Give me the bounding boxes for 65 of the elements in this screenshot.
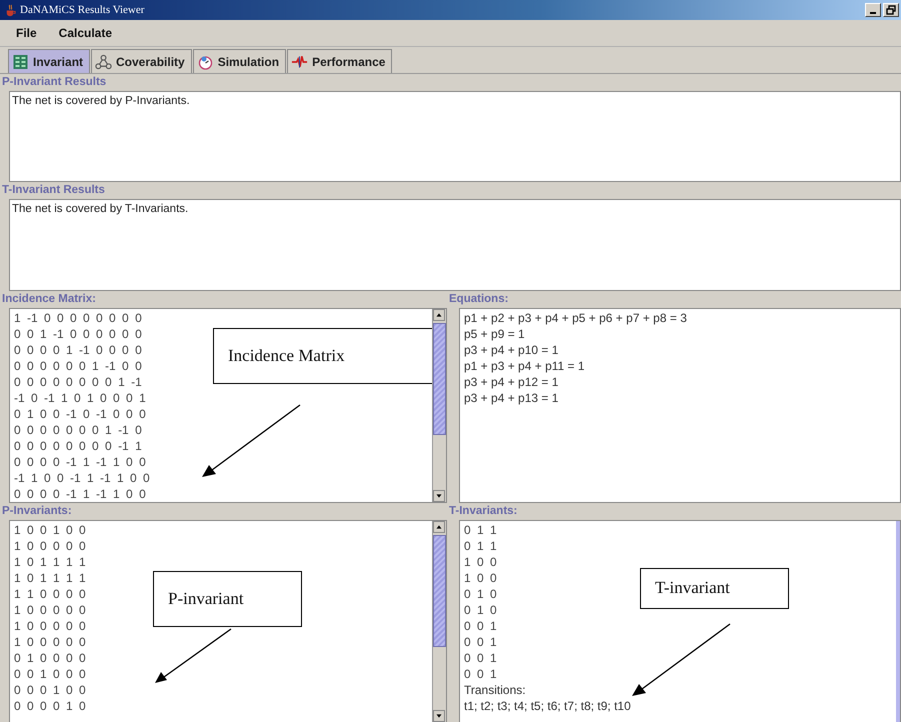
tab[interactable]: Coverability (91, 49, 192, 73)
scrollbar[interactable] (896, 520, 900, 722)
scrollbar[interactable] (432, 520, 446, 722)
matrix-row: 1 0 0 0 0 0 (14, 618, 86, 634)
matrix-row: 0 1 0 (464, 602, 497, 618)
matrix-row: 0 0 0 0 -1 1 -1 1 0 0 (14, 454, 146, 470)
matrix-row: 0 0 0 0 0 0 0 1 -1 0 (14, 422, 142, 438)
matrix-row: 1 0 0 0 0 0 (14, 602, 86, 618)
equation-line: p5 + p9 = 1 (464, 326, 525, 342)
matrix-row: 1 0 0 1 0 0 (14, 522, 86, 538)
callout-box: P-invariant (153, 570, 302, 627)
matrix-row: 0 0 0 0 0 0 0 0 -1 1 (14, 438, 142, 454)
menu-item[interactable]: File (10, 24, 43, 42)
minimize-icon (870, 12, 876, 14)
minimize-button[interactable] (865, 3, 881, 17)
matrix-row: 0 1 0 (464, 586, 497, 602)
matrix-row: 1 -1 0 0 0 0 0 0 0 0 (14, 310, 142, 326)
menu-item[interactable]: Calculate (52, 24, 118, 42)
pulse-icon (291, 54, 308, 70)
matrix-row: 0 1 1 (464, 538, 497, 554)
matrix-row: 0 0 0 0 1 0 (14, 698, 86, 714)
matrix-row: 1 0 0 0 0 0 (14, 538, 86, 554)
window-title: DaNAMiCS Results Viewer (20, 4, 146, 16)
dial-icon (196, 54, 214, 70)
tab[interactable]: Invariant (8, 49, 90, 73)
matrix-row: 0 1 1 (464, 522, 497, 538)
matrix-row: 0 0 0 0 0 0 1 -1 0 0 (14, 358, 142, 374)
matrix-row: 1 0 0 (464, 570, 497, 586)
tab[interactable]: Performance (287, 49, 392, 73)
matrix-row: 0 1 0 0 0 0 (14, 650, 86, 666)
matrix-row: 1 0 1 1 1 1 (14, 554, 86, 570)
matrix-row: 1 1 0 0 0 0 (14, 586, 86, 602)
scrollbar[interactable] (432, 309, 446, 502)
matrix-row: 0 0 0 0 -1 1 -1 1 0 0 (14, 486, 146, 502)
matrix-row: 0 1 0 0 -1 0 -1 0 0 0 (14, 406, 146, 422)
restore-icon (886, 5, 896, 15)
matrix-row: 1 0 0 (464, 554, 497, 570)
coffee-cup-icon (4, 4, 17, 16)
tab[interactable]: Simulation (192, 49, 286, 73)
matrix-row: 1 0 0 0 0 0 (14, 634, 86, 650)
matrix-row: 0 0 0 0 0 0 0 0 1 -1 (14, 374, 142, 390)
transitions-list: t1; t2; t3; t4; t5; t6; t7; t8; t9; t10 (464, 698, 631, 714)
matrix-row: 1 0 1 1 1 1 (14, 570, 86, 586)
transitions-label: Transitions: (464, 682, 526, 698)
matrix-row: 0 0 1 (464, 634, 497, 650)
callout-box: T-invariant (640, 568, 789, 609)
matrix-row: 0 0 0 1 0 0 (14, 682, 86, 698)
matrix-row: 0 0 1 (464, 650, 497, 666)
matrix-row: 0 0 1 (464, 666, 497, 682)
equation-line: p3 + p4 + p12 = 1 (464, 374, 558, 390)
network-icon (95, 54, 112, 70)
matrix-row: 0 0 1 -1 0 0 0 0 0 0 (14, 326, 142, 342)
equation-line: p3 + p4 + p13 = 1 (464, 390, 558, 406)
result-text: The net is covered by T-Invariants. (12, 203, 188, 215)
equation-line: p3 + p4 + p10 = 1 (464, 342, 558, 358)
matrix-row: 0 0 0 0 1 -1 0 0 0 0 (14, 342, 142, 358)
result-text: The net is covered by P-Invariants. (12, 95, 190, 107)
matrix-row: -1 0 -1 1 0 1 0 0 0 1 (14, 390, 146, 406)
restore-button[interactable] (883, 3, 899, 17)
matrix-row: 0 0 1 (464, 618, 497, 634)
matrix-row: -1 1 0 0 -1 1 -1 1 0 0 (14, 470, 150, 486)
matrix-row: 0 0 1 0 0 0 (14, 666, 86, 682)
equation-line: p1 + p2 + p3 + p4 + p5 + p6 + p7 + p8 = 3 (464, 310, 687, 326)
equation-line: p1 + p3 + p4 + p11 = 1 (464, 358, 585, 374)
grid-icon (12, 54, 29, 70)
